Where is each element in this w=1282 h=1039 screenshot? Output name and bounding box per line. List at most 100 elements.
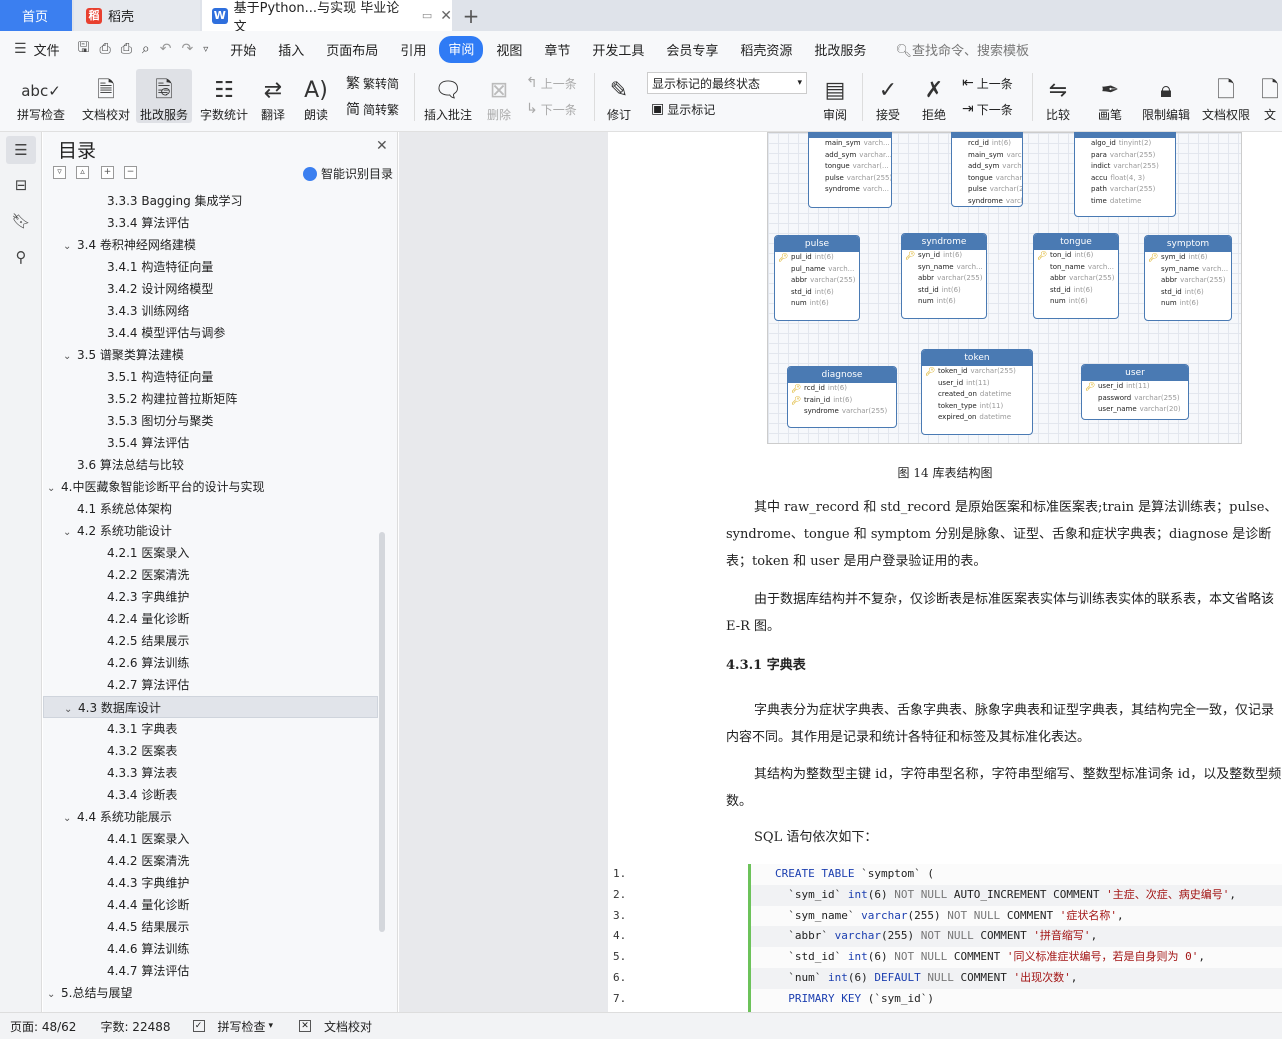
bookmark-icon[interactable]: 🔖︎ xyxy=(10,210,32,232)
quick-access-dropdown-icon[interactable]: ▿ xyxy=(203,44,208,55)
page-indicator[interactable]: 页面: 48/62 xyxy=(10,1018,76,1035)
export-pdf-icon[interactable]: ⎙ xyxy=(100,41,111,57)
toc-item[interactable]: 3.5.2 构建拉普拉斯矩阵 xyxy=(43,388,378,410)
save-icon[interactable]: 🖫 xyxy=(78,37,90,61)
next-comment-button[interactable]: ↳ 下一条 xyxy=(526,98,577,120)
menu-tab[interactable]: 开始 xyxy=(221,36,265,63)
toc-item[interactable]: 4.4.1 医案录入 xyxy=(43,828,378,850)
toc-item[interactable]: 4.1 系统总体架构 xyxy=(43,498,378,520)
doc-permission-button[interactable]: 🗋 文档权限 xyxy=(1198,69,1254,123)
toc-item[interactable]: 3.5.4 算法评估 xyxy=(43,432,378,454)
word-count-status[interactable]: 字数: 22488 xyxy=(100,1018,170,1035)
toc-item[interactable]: 4.2.7 算法评估 xyxy=(43,674,378,696)
simp-to-trad-button[interactable]: 简简转繁 xyxy=(346,98,399,120)
restrict-editing-button[interactable]: 🔒︎ 限制编辑 xyxy=(1140,69,1192,123)
spell-check-status[interactable]: ✓ 拼写检查 ▾ xyxy=(183,1018,273,1035)
toc-item[interactable]: 4.4.4 量化诊断 xyxy=(43,894,378,916)
toc-item[interactable]: 4.4.5 结果展示 xyxy=(43,916,378,938)
insert-comment-button[interactable]: 🗨 插入批注 xyxy=(420,69,476,123)
next-change-button[interactable]: ⇥ 下一条 xyxy=(962,98,1013,120)
toc-item[interactable]: 4.2.2 医案清洗 xyxy=(43,564,378,586)
chevron-down-icon[interactable]: ⌄ xyxy=(47,478,61,500)
spell-check-button[interactable]: abc✓ 拼写检查 xyxy=(8,69,74,123)
toc-item[interactable]: 3.4.3 训练网络 xyxy=(43,300,378,322)
close-icon[interactable]: ✕ xyxy=(376,138,388,154)
toc-item[interactable]: 4.3.2 医案表 xyxy=(43,740,378,762)
remove-heading-icon[interactable]: − xyxy=(124,166,137,179)
toc-item[interactable]: 3.4.1 构造特征向量 xyxy=(43,256,378,278)
toc-item[interactable]: 4.2.4 量化诊断 xyxy=(43,608,378,630)
menu-tab[interactable]: 页面布局 xyxy=(317,36,387,63)
prev-change-button[interactable]: ⇤ 上一条 xyxy=(962,72,1013,94)
new-tab-button[interactable]: + xyxy=(456,0,486,31)
compare-button[interactable]: ⇋ 比较 xyxy=(1038,69,1078,123)
menu-tab[interactable]: 开发工具 xyxy=(583,36,653,63)
toc-item[interactable]: 4.4.6 算法训练 xyxy=(43,938,378,960)
toc-item[interactable]: ⌄ 4.3 数据库设计 xyxy=(43,696,378,718)
command-search[interactable]: 🔍︎查找命令、搜索模板 xyxy=(895,40,1029,59)
delete-comment-button[interactable]: ⊠ 删除 xyxy=(480,69,518,123)
tab-home[interactable]: 首页 xyxy=(0,0,72,31)
redo-icon[interactable]: ↷ xyxy=(182,41,194,57)
chevron-down-icon[interactable]: ⌄ xyxy=(63,236,77,258)
toc-item[interactable]: 3.4.4 模型评估与调参 xyxy=(43,322,378,344)
toc-item[interactable]: 4.2.6 算法训练 xyxy=(43,652,378,674)
toc-item[interactable]: 3.5.3 图切分与聚类 xyxy=(43,410,378,432)
toc-item[interactable]: 4.3.1 字典表 xyxy=(43,718,378,740)
chevron-down-icon[interactable]: ⌄ xyxy=(47,984,61,1006)
add-heading-icon[interactable]: + xyxy=(101,166,114,179)
document-page[interactable]: main_sym varch... add_sym varchar... tongue v… xyxy=(608,132,1282,1012)
toc-item[interactable]: ⌄ 5.总结与展望 xyxy=(43,982,378,1004)
hamburger-icon[interactable]: ☰ xyxy=(14,41,27,57)
more-button[interactable]: 🗋 文 xyxy=(1258,69,1282,123)
toc-item[interactable]: ⌄ 3.4 卷积神经网络建模 xyxy=(43,234,378,256)
proofread-button[interactable]: 🗎 文档校对 xyxy=(78,69,134,123)
menu-tab[interactable]: 稻壳资源 xyxy=(731,36,801,63)
toc-item[interactable]: ⌄ 4.4 系统功能展示 xyxy=(43,806,378,828)
reject-button[interactable]: ✗ 拒绝 xyxy=(914,69,954,123)
menu-tab[interactable]: 插入 xyxy=(269,36,313,63)
toc-item[interactable]: 4.4.2 医案清洗 xyxy=(43,850,378,872)
toc-item[interactable]: ⌄ 3.5 谱聚类算法建模 xyxy=(43,344,378,366)
tab-daoke[interactable]: 稻稻壳 xyxy=(74,0,200,31)
search-icon[interactable]: ⚲ xyxy=(10,246,32,268)
expand-up-icon[interactable]: ▵ xyxy=(76,166,89,179)
toc-item[interactable]: 4.3.4 诊断表 xyxy=(43,784,378,806)
trad-to-simp-button[interactable]: 繁繁转简 xyxy=(346,72,399,94)
menu-tab[interactable]: 批改服务 xyxy=(805,36,875,63)
toc-item[interactable]: 4.2.5 结果展示 xyxy=(43,630,378,652)
close-tab-icon[interactable]: ✕ xyxy=(440,8,452,24)
file-menu[interactable]: 文件 xyxy=(32,36,69,63)
chevron-down-icon[interactable]: ⌄ xyxy=(63,346,77,368)
toc-item[interactable]: 4.4.3 字典维护 xyxy=(43,872,378,894)
chevron-down-icon[interactable]: ⌄ xyxy=(63,522,77,544)
chevron-down-icon[interactable]: ⌄ xyxy=(63,808,77,830)
toc-item[interactable]: 3.3.3 Bagging 集成学习 xyxy=(43,190,378,212)
menu-tab[interactable]: 会员专享 xyxy=(657,36,727,63)
translate-button[interactable]: ⇄ 翻译 xyxy=(254,69,292,123)
print-icon[interactable]: ⎙ xyxy=(121,41,132,57)
proofread-status[interactable]: ✕ 文档校对 xyxy=(289,1018,372,1035)
collapse-all-icon[interactable]: ▿ xyxy=(53,166,66,179)
toc-icon[interactable]: ☰ xyxy=(6,136,36,164)
undo-icon[interactable]: ↶ xyxy=(160,41,172,57)
read-aloud-button[interactable]: A) 朗读 xyxy=(296,69,336,123)
menu-tab[interactable]: 章节 xyxy=(535,36,579,63)
review-service-button[interactable]: 🗟 批改服务 xyxy=(136,69,192,123)
toc-item[interactable]: 3.3.4 算法评估 xyxy=(43,212,378,234)
menu-tab[interactable]: 引用 xyxy=(391,36,435,63)
menu-tab[interactable]: 审阅 xyxy=(439,35,484,63)
smart-toc-button[interactable]: 智能识别目录 xyxy=(303,165,393,182)
toc-item[interactable]: 4.2.3 字典维护 xyxy=(43,586,378,608)
toc-item[interactable]: ⌄ 4.中医藏象智能诊断平台的设计与实现 xyxy=(43,476,378,498)
toc-item[interactable]: 3.4.2 设计网络模型 xyxy=(43,278,378,300)
toc-item[interactable]: 4.4.7 算法评估 xyxy=(43,960,378,982)
toc-item[interactable]: 3.5.1 构造特征向量 xyxy=(43,366,378,388)
toc-item[interactable]: 4.2.1 医案录入 xyxy=(43,542,378,564)
markup-state-select[interactable]: 显示标记的最终状态 ▾ xyxy=(647,72,807,94)
toc-scrollbar[interactable] xyxy=(379,532,385,932)
toc-item[interactable]: 3.6 算法总结与比较 xyxy=(43,454,378,476)
brush-button[interactable]: ✒ 画笔 xyxy=(1090,69,1130,123)
chapter-icon[interactable]: ⊟ xyxy=(10,174,32,196)
accept-button[interactable]: ✓ 接受 xyxy=(868,69,908,123)
